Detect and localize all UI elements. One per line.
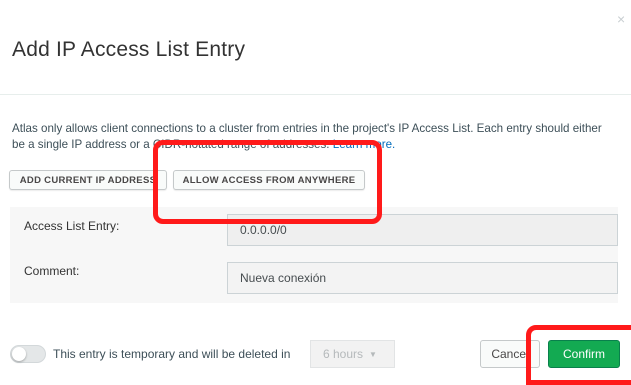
comment-input[interactable]: Nueva conexión: [227, 262, 618, 294]
learn-more-link[interactable]: Learn more.: [333, 138, 396, 151]
add-current-ip-button[interactable]: ADD CURRENT IP ADDRESS: [9, 170, 167, 190]
access-list-entry-input[interactable]: 0.0.0.0/0: [227, 214, 618, 246]
intro-text: Atlas only allows client connections to …: [12, 121, 612, 153]
allow-access-anywhere-button[interactable]: ALLOW ACCESS FROM ANYWHERE: [173, 170, 365, 190]
duration-value: 6 hours: [323, 347, 364, 361]
access-list-entry-label: Access List Entry:: [24, 219, 120, 233]
intro-body: Atlas only allows client connections to …: [12, 122, 602, 151]
cancel-button[interactable]: Cancel: [480, 340, 540, 368]
dialog-title: Add IP Access List Entry: [12, 38, 246, 61]
temporary-entry-text: This entry is temporary and will be dele…: [53, 347, 291, 361]
confirm-button[interactable]: Confirm: [548, 340, 620, 368]
close-icon[interactable]: ×: [617, 11, 631, 27]
chevron-down-icon: ▼: [369, 350, 377, 359]
toggle-knob: [12, 347, 26, 361]
duration-select[interactable]: 6 hours ▼: [310, 340, 395, 368]
title-divider: [0, 94, 631, 95]
temporary-entry-toggle[interactable]: [10, 345, 46, 363]
comment-label: Comment:: [24, 264, 80, 278]
